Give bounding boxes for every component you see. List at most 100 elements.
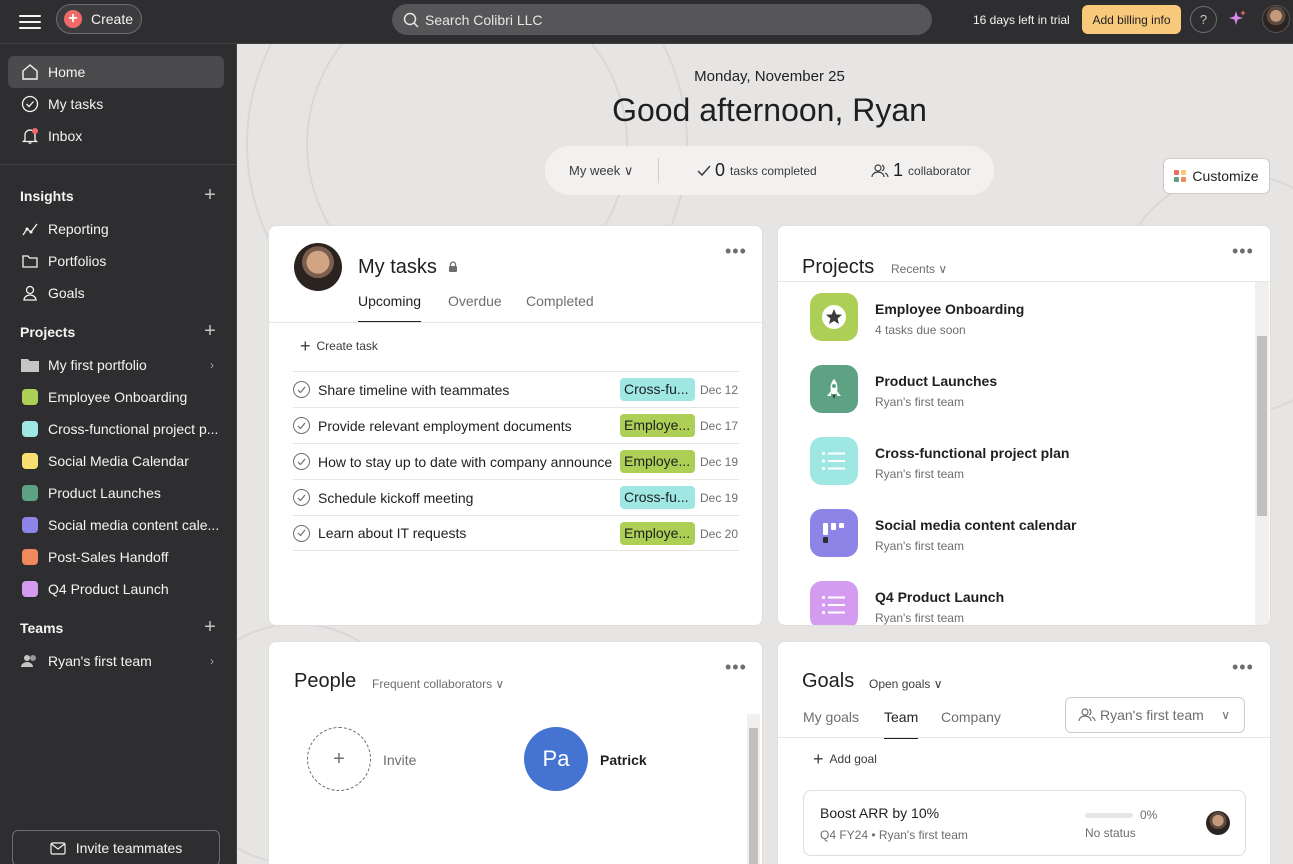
ai-sparkle-icon[interactable] — [1228, 9, 1248, 29]
sidebar-item-project[interactable]: Social Media Calendar — [8, 445, 224, 477]
project-item[interactable]: Social media content calendar Ryan's fir… — [810, 509, 1230, 557]
tab-overdue[interactable]: Overdue — [448, 293, 502, 321]
invite-person-button[interactable]: + — [307, 727, 371, 791]
task-name: Schedule kickoff meeting — [318, 489, 474, 506]
my-tasks-card: My tasks ••• Upcoming Overdue Completed … — [268, 225, 763, 626]
sidebar-item-goals[interactable]: Goals — [8, 277, 224, 309]
task-row[interactable]: Learn about IT requests Employe... Dec 2… — [293, 515, 739, 551]
more-options-icon[interactable]: ••• — [1232, 657, 1254, 678]
insights-heading[interactable]: Insights — [20, 188, 74, 204]
check-circle-icon[interactable] — [293, 417, 310, 434]
chevron-down-icon: ∨ — [1221, 708, 1230, 722]
more-options-icon[interactable]: ••• — [1232, 241, 1254, 262]
project-tag[interactable]: Cross-fu... — [620, 378, 695, 401]
team-select[interactable]: Ryan's first team ∨ — [1065, 697, 1245, 733]
project-item[interactable]: Employee Onboarding 4 tasks due soon — [810, 293, 1230, 341]
add-team-icon[interactable]: + — [201, 617, 219, 637]
tab-completed[interactable]: Completed — [526, 293, 594, 321]
chevron-right-icon[interactable]: › — [210, 358, 214, 372]
sidebar-item-project[interactable]: Cross-functional project p... — [8, 413, 224, 445]
projects-heading[interactable]: Projects — [20, 324, 75, 340]
project-item[interactable]: Q4 Product Launch Ryan's first team — [810, 581, 1230, 625]
more-options-icon[interactable]: ••• — [725, 241, 747, 262]
sidebar-item-label: Social media content cale... — [48, 517, 220, 533]
chevron-right-icon[interactable]: › — [210, 654, 214, 668]
add-goal-button[interactable]: + Add goal — [813, 750, 877, 768]
people-scrollbar-thumb[interactable] — [749, 728, 758, 864]
check-circle-icon — [20, 94, 40, 114]
help-button[interactable]: ? — [1190, 6, 1217, 33]
goals-title[interactable]: Goals — [802, 670, 854, 693]
task-row[interactable]: How to stay up to date with company anno… — [293, 443, 739, 479]
sidebar-item-project[interactable]: Post-Sales Handoff — [8, 541, 224, 573]
sidebar-item-project[interactable]: Employee Onboarding — [8, 381, 224, 413]
sidebar-item-portfolios[interactable]: Portfolios — [8, 245, 224, 277]
task-row[interactable]: Schedule kickoff meeting Cross-fu... Dec… — [293, 479, 739, 515]
project-tag[interactable]: Cross-fu... — [620, 486, 695, 509]
add-project-icon[interactable]: + — [201, 321, 219, 341]
task-row[interactable]: Share timeline with teammates Cross-fu..… — [293, 371, 739, 407]
teams-heading[interactable]: Teams — [20, 620, 63, 636]
add-insight-icon[interactable]: + — [201, 185, 219, 205]
goals-filter-label: Open goals — [869, 677, 931, 691]
user-avatar[interactable] — [1262, 5, 1290, 33]
project-tag[interactable]: Employe... — [620, 414, 695, 437]
sidebar-item-home[interactable]: Home — [8, 56, 224, 88]
add-billing-button[interactable]: Add billing info — [1082, 5, 1181, 34]
customize-button[interactable]: Customize — [1163, 158, 1270, 194]
search-input[interactable]: Search Colibri LLC — [392, 4, 932, 35]
task-name: Share timeline with teammates — [318, 381, 510, 398]
sidebar-item-label: Employee Onboarding — [48, 389, 188, 405]
goal-row[interactable]: Boost ARR by 10% Q4 FY24 • Ryan's first … — [803, 790, 1246, 856]
create-button[interactable]: + Create — [56, 4, 142, 34]
sidebar-item-portfolio[interactable]: My first portfolio › — [8, 349, 224, 381]
goal-owner-avatar[interactable] — [1206, 811, 1230, 835]
plus-icon: + — [300, 336, 311, 356]
projects-title[interactable]: Projects — [802, 256, 874, 279]
sidebar-item-my-tasks[interactable]: My tasks — [8, 88, 224, 120]
sidebar-item-project[interactable]: Q4 Product Launch — [8, 573, 224, 605]
chart-line-icon — [20, 219, 40, 239]
goal-progress-bar — [1085, 813, 1133, 818]
tab-team[interactable]: Team — [884, 709, 919, 739]
person-avatar[interactable]: Pa — [524, 727, 588, 791]
customize-grid-icon — [1174, 170, 1187, 182]
task-due-date: Dec 17 — [700, 419, 739, 433]
folder-icon — [20, 251, 40, 271]
invite-label[interactable]: Invite — [383, 752, 416, 768]
tab-company[interactable]: Company — [941, 709, 1001, 737]
check-circle-icon[interactable] — [293, 524, 310, 542]
projects-scrollbar-thumb[interactable] — [1257, 336, 1267, 516]
my-tasks-title[interactable]: My tasks — [358, 256, 437, 279]
hamburger-menu-icon[interactable] — [19, 11, 41, 31]
goals-filter-dropdown[interactable]: Open goals ∨ — [869, 677, 943, 691]
sidebar-item-project[interactable]: Social media content cale... — [8, 509, 224, 541]
week-dropdown[interactable]: My week ∨ — [569, 163, 633, 179]
divider — [0, 164, 236, 165]
project-tag[interactable]: Employe... — [620, 450, 695, 473]
tab-upcoming[interactable]: Upcoming — [358, 293, 422, 323]
sidebar: Home My tasks Inbox Insights + Reporting… — [0, 44, 237, 864]
check-circle-icon[interactable] — [293, 381, 310, 398]
project-item[interactable]: Product Launches Ryan's first team — [810, 365, 1230, 413]
task-row[interactable]: Provide relevant employment documents Em… — [293, 407, 739, 443]
sidebar-item-team[interactable]: Ryan's first team › — [8, 645, 224, 677]
more-options-icon[interactable]: ••• — [725, 657, 747, 678]
project-tag[interactable]: Employe... — [620, 522, 695, 545]
recents-dropdown[interactable]: Recents ∨ — [891, 262, 947, 276]
weekly-stats-bar: My week ∨ 0 tasks completed 1 collaborat… — [545, 146, 994, 195]
sidebar-item-inbox[interactable]: Inbox — [8, 120, 224, 152]
people-filter-dropdown[interactable]: Frequent collaborators ∨ — [372, 677, 504, 691]
project-item[interactable]: Cross-functional project plan Ryan's fir… — [810, 437, 1230, 485]
customize-label: Customize — [1192, 168, 1259, 184]
recents-label: Recents — [891, 262, 936, 276]
invite-teammates-button[interactable]: Invite teammates — [12, 830, 220, 864]
check-circle-icon[interactable] — [293, 489, 310, 506]
person-name[interactable]: Patrick — [600, 752, 647, 768]
create-task-button[interactable]: + Create task — [300, 336, 378, 356]
sidebar-item-reporting[interactable]: Reporting — [8, 213, 224, 245]
sidebar-item-project[interactable]: Product Launches — [8, 477, 224, 509]
check-circle-icon[interactable] — [293, 453, 310, 470]
team-icon — [20, 651, 40, 671]
tab-my-goals[interactable]: My goals — [803, 709, 859, 737]
